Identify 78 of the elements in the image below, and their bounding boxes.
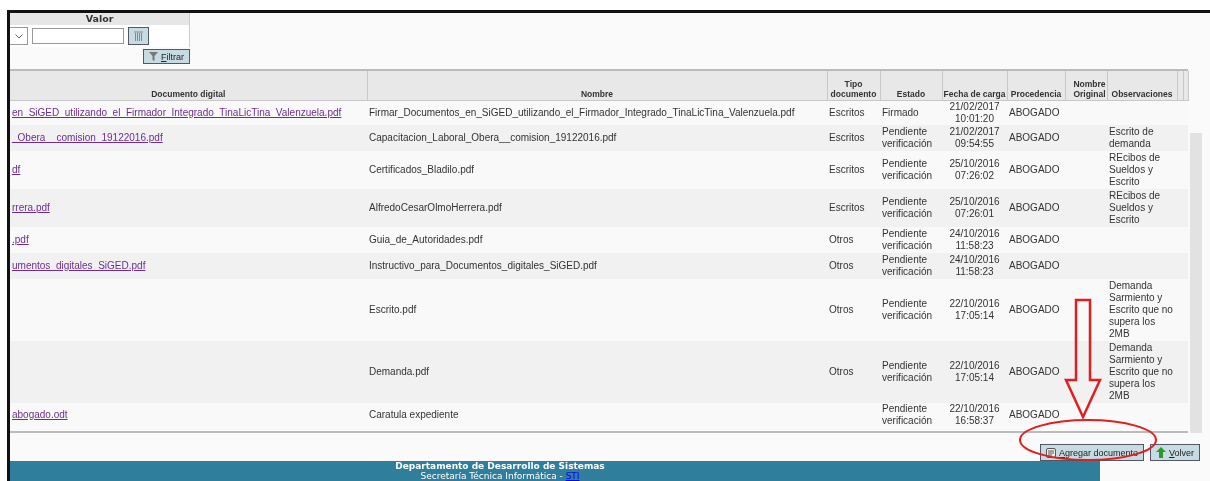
table-cell: Escritos xyxy=(829,163,865,175)
chevron-icon xyxy=(14,33,23,39)
table-cell: Capacitacion_Laboral_Obera__comision_19122016.pdf xyxy=(369,131,617,143)
table-cell: Pendiente verificación xyxy=(882,297,933,321)
column-header: Tipo documento xyxy=(827,71,880,100)
table-cell-text: REcibos de Sueldos y Escrito xyxy=(1109,189,1162,226)
table-cell: Firmar_Documentos_en_SiGED_utilizando_el_Firmador_Integrado_TinaLicTina_Valenzuela.pdf xyxy=(369,106,795,118)
table-cell-text: REcibos de Sueldos y Escrito xyxy=(1109,151,1162,188)
table-cell: Otros xyxy=(829,259,854,271)
table-cell: Escrito.pdf xyxy=(369,303,417,315)
table-cell: ABOGADO xyxy=(1009,233,1060,245)
table-cell: AlfredoCesarOlmoHerrera.pdf xyxy=(369,201,502,213)
table-cell: Otros xyxy=(829,303,854,315)
table-cell: Otros xyxy=(829,365,854,377)
table-cell: Pendiente verificación xyxy=(882,157,933,181)
table-cell-text: Demanda Sarmiento y Escrito que no supera los 2MB xyxy=(1109,341,1174,402)
footer-text: Secretaría Técnica Informática - xyxy=(420,470,564,481)
footer-title: Departamento de Desarrollo de Sistemas xyxy=(394,462,606,471)
document-link[interactable]: abogado.odt xyxy=(12,408,68,420)
table-cell: Instructivo_para_Documentos_digitales_SiGED.pdf xyxy=(369,259,597,271)
scrollbar[interactable] xyxy=(1190,133,1202,433)
column-header: Documento digital xyxy=(10,71,367,100)
table-cell: Firmado xyxy=(882,106,919,118)
column-header: Estado xyxy=(880,71,942,100)
table-cell: 24/10/2016 11:58:23 xyxy=(949,253,1000,277)
table-cell-text: Escrito de demanda xyxy=(1109,125,1155,150)
table-cell: ABOGADO xyxy=(1009,163,1060,175)
trash-icon xyxy=(134,31,143,41)
document-link[interactable]: en_SiGED_utilizando_el_Firmador_Integrado_TinaLicTina_Valenzuela.pdf xyxy=(12,106,342,118)
table-cell: Pendiente verificación xyxy=(882,359,933,383)
document-link[interactable]: _Obera__comision_19122016.pdf xyxy=(12,131,163,143)
table-cell: 22/10/2016 17:05:14 xyxy=(949,297,1000,321)
table-cell: Pendiente verificación xyxy=(882,253,933,277)
table-cell: Pendiente verificación xyxy=(882,227,933,251)
table-cell: 24/10/2016 11:58:23 xyxy=(949,227,1000,251)
column-header: Observaciones xyxy=(1107,71,1177,100)
table-cell: Escritos xyxy=(829,131,865,143)
table-cell: Demanda.pdf xyxy=(369,365,430,377)
table-cell: 21/02/2017 09:54:55 xyxy=(949,125,1000,149)
table-cell: Escritos xyxy=(829,106,865,118)
table-cell: Otros xyxy=(829,233,854,245)
back-button[interactable]: Volver xyxy=(1149,444,1200,461)
clear-button[interactable] xyxy=(128,27,149,45)
table-cell: ABOGADO xyxy=(1009,408,1060,420)
column-header: Valor xyxy=(10,13,190,25)
table-cell: 22/10/2016 17:05:14 xyxy=(949,359,1000,383)
document-link[interactable]: .pdf xyxy=(12,233,29,245)
table-cell: ABOGADO xyxy=(1009,365,1060,377)
document-link[interactable]: rrera.pdf xyxy=(12,201,50,213)
table-cell-text: Demanda Sarmiento y Escrito que no supera los 2MB xyxy=(1109,279,1174,340)
column-header: Procedencia xyxy=(1007,71,1065,100)
table-cell: 21/02/2017 10:01:20 xyxy=(949,100,1000,124)
table-cell: Pendiente verificación xyxy=(882,402,933,426)
table-cell: Guia_de_Autoridades.pdf xyxy=(369,233,483,245)
column-header: Nombre xyxy=(367,71,827,100)
column-header: Fecha de carga xyxy=(942,71,1007,100)
table-cell: ABOGADO xyxy=(1009,201,1060,213)
table-cell: Escritos xyxy=(829,201,865,213)
table-cell: ABOGADO xyxy=(1009,303,1060,315)
document-link[interactable]: df xyxy=(12,163,21,175)
table-cell: Pendiente verificación xyxy=(882,195,933,219)
value-field[interactable] xyxy=(32,28,124,44)
table-cell: ABOGADO xyxy=(1009,106,1060,118)
table-cell: Pendiente verificación xyxy=(882,125,933,149)
table-cell: 22/10/2016 16:58:37 xyxy=(949,402,1000,426)
table-cell: Certificados_Bladilo.pdf xyxy=(369,163,475,175)
table-cell: ABOGADO xyxy=(1009,259,1060,271)
document-link[interactable]: umentos_digitales_SiGED.pdf xyxy=(12,259,146,271)
table-cell: Caratula expediente xyxy=(369,408,459,420)
value-select[interactable] xyxy=(10,27,28,45)
table-cell: ABOGADO xyxy=(1009,131,1060,143)
table-cell: 25/10/2016 07:26:01 xyxy=(949,195,1000,219)
filter-button[interactable]: Filtrar xyxy=(143,49,190,64)
document-icon xyxy=(1045,447,1056,458)
up-arrow-icon xyxy=(1155,447,1166,458)
column-header: Nombre Original xyxy=(1065,71,1107,100)
table-cell: 25/10/2016 07:26:02 xyxy=(949,157,1000,181)
funnel-icon xyxy=(149,52,158,61)
